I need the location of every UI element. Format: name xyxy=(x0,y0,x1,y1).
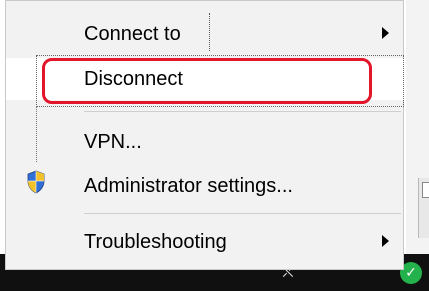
menu-item-administrator-settings[interactable]: Administrator settings... xyxy=(6,165,405,207)
menu-item-connect-to[interactable]: Connect to xyxy=(6,13,405,55)
submenu-arrow-icon xyxy=(382,27,389,39)
screen: ⛌ ^ ✓ Connect to Disconnect VPN... Admin… xyxy=(0,0,429,291)
menu-separator xyxy=(84,213,401,214)
menu-item-label: VPN... xyxy=(84,131,142,153)
submenu-arrow-icon xyxy=(382,235,389,247)
menu-item-label: Connect to xyxy=(84,23,181,45)
focus-indicator-line xyxy=(36,106,37,162)
menu-item-label: Administrator settings... xyxy=(84,175,293,197)
shield-icon xyxy=(27,170,45,194)
highlight-annotation xyxy=(42,58,372,104)
background-window xyxy=(418,178,429,238)
focus-indicator-line xyxy=(209,13,210,51)
context-menu: Connect to Disconnect VPN... Administrat… xyxy=(5,0,405,270)
menu-item-troubleshooting[interactable]: Troubleshooting xyxy=(6,221,405,263)
menu-item-vpn[interactable]: VPN... xyxy=(6,121,405,163)
menu-item-label: Troubleshooting xyxy=(84,231,227,253)
menu-separator xyxy=(84,111,401,112)
